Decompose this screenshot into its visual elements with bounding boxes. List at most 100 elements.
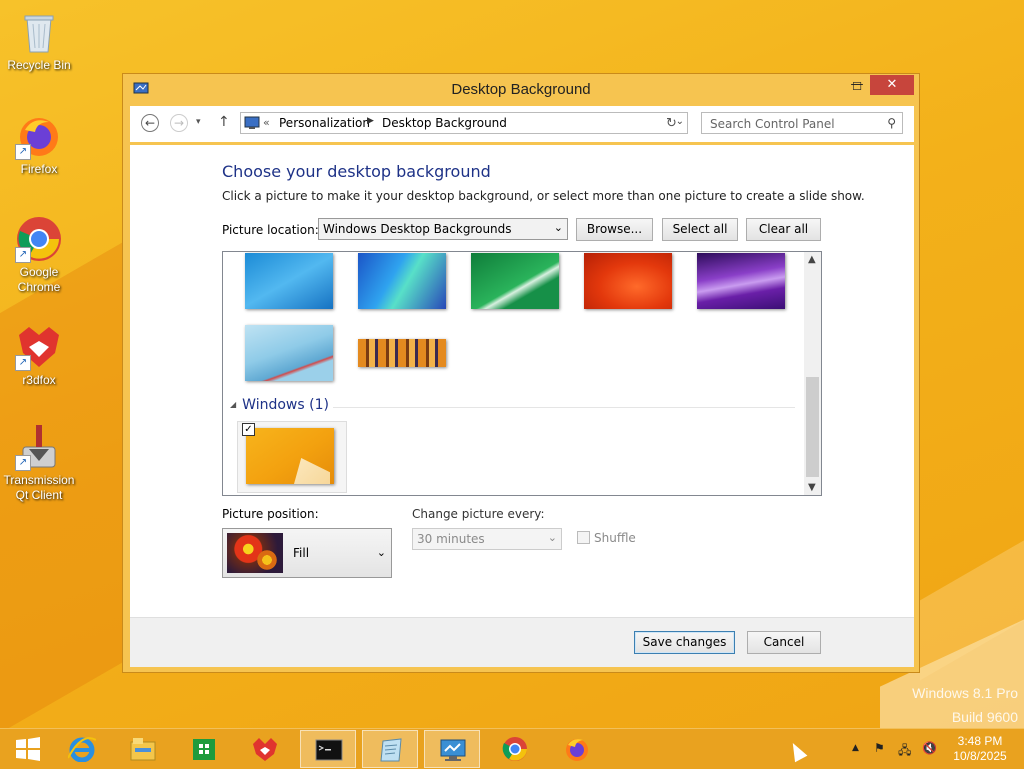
firefox-icon: ↗	[15, 112, 63, 160]
collapse-triangle-icon[interactable]: ◢	[230, 400, 236, 409]
taskbar-notepad[interactable]	[362, 730, 418, 768]
picture-location-label: Picture location:	[222, 223, 319, 237]
breadcrumb-overflow[interactable]: «	[263, 116, 270, 129]
desktop-icon-label: r3dfox	[22, 373, 56, 387]
breadcrumb-separator[interactable]: ▶	[367, 116, 374, 126]
clear-all-button[interactable]: Clear all	[746, 218, 821, 241]
store-icon	[193, 739, 215, 760]
shuffle-label: Shuffle	[594, 531, 636, 545]
volume-muted-icon[interactable]: 🔇	[922, 741, 937, 755]
desktop-icon-chrome[interactable]: ↗ Google Chrome	[2, 215, 76, 295]
taskbar-internet-explorer[interactable]	[54, 730, 110, 768]
save-changes-button[interactable]: Save changes	[634, 631, 735, 654]
control-panel-icon	[440, 739, 466, 761]
taskbar-firefox[interactable]	[549, 730, 605, 768]
change-picture-interval-dropdown[interactable]: 30 minutes ⌄	[412, 528, 562, 550]
window-title: Desktop Background	[451, 81, 591, 98]
browse-button[interactable]: Browse...	[576, 218, 653, 241]
scrollbar-thumb[interactable]	[806, 377, 819, 477]
internet-explorer-icon	[68, 737, 96, 762]
back-button[interactable]: ←	[141, 114, 159, 132]
picture-location-value: Windows Desktop Backgrounds	[323, 222, 512, 236]
r3dfox-icon: ↗	[15, 323, 63, 371]
picture-position-dropdown[interactable]: Fill ⌄	[222, 528, 392, 578]
dialog-footer: Save changes Cancel	[130, 617, 914, 667]
firefox-icon	[566, 739, 588, 761]
shortcut-arrow-icon: ↗	[15, 144, 31, 160]
wallpaper-thumbnail[interactable]	[245, 325, 333, 381]
clock-time: 3:48 PM	[957, 734, 1003, 748]
shortcut-arrow-icon: ↗	[15, 247, 31, 263]
desktop-icon-label: Transmission Qt Client	[3, 473, 75, 502]
change-picture-label: Change picture every:	[412, 507, 545, 521]
navigation-bar: ← → ▾ ↑ « Personalization ▶ Desktop Back…	[130, 106, 914, 142]
wallpaper-thumbnail[interactable]	[245, 253, 333, 309]
chrome-icon: ↗	[15, 215, 63, 263]
desktop-icon-transmission[interactable]: ↗ Transmission Qt Client	[2, 423, 76, 503]
desktop-icon-r3dfox[interactable]: ↗ r3dfox	[2, 323, 76, 388]
wallpaper-thumbnail[interactable]	[471, 253, 559, 309]
flower-preview-image	[253, 547, 281, 573]
shuffle-checkbox[interactable]: Shuffle	[577, 531, 636, 545]
wallpaper-checkbox[interactable]: ✓	[242, 423, 255, 436]
picture-position-value: Fill	[293, 546, 310, 560]
address-bar[interactable]: « Personalization ▶ Desktop Background ⌄	[240, 112, 688, 134]
desktop-icon-recycle-bin[interactable]: Recycle Bin	[2, 8, 76, 73]
transmission-icon: ↗	[15, 423, 63, 471]
refresh-button[interactable]: ↻	[666, 116, 677, 131]
maximize-button[interactable]: ☐	[842, 77, 872, 97]
clock-date: 10/8/2025	[953, 749, 1007, 763]
selected-wallpaper-item[interactable]: ✓	[237, 421, 347, 493]
scroll-up-icon[interactable]: ▲	[808, 254, 816, 265]
wallpaper-thumbnail[interactable]	[246, 428, 334, 484]
taskbar-control-panel[interactable]	[424, 730, 480, 768]
wallpaper-thumbnail[interactable]	[697, 253, 785, 309]
start-button[interactable]	[0, 730, 56, 768]
wallpaper-thumbnail[interactable]	[358, 339, 446, 367]
search-icon[interactable]: ⚲	[887, 116, 896, 130]
network-icon[interactable]: 🖧	[898, 741, 911, 762]
action-center-flag-icon[interactable]: ⚑	[874, 741, 885, 755]
control-panel-icon	[244, 116, 260, 129]
wallpaper-fold-shape	[294, 458, 330, 484]
desktop-icon-firefox[interactable]: ↗ Firefox	[2, 112, 76, 177]
up-button[interactable]: ↑	[218, 114, 230, 130]
breadcrumb-desktop-background[interactable]: Desktop Background	[382, 116, 507, 130]
select-all-button[interactable]: Select all	[662, 218, 738, 241]
content-area: Choose your desktop background Click a p…	[130, 145, 914, 617]
desktop-background-window: Desktop Background — ☐ ✕ ← → ▾ ↑ « Perso…	[122, 73, 920, 673]
wallpaper-thumbnail[interactable]	[584, 253, 672, 309]
change-picture-value: 30 minutes	[417, 532, 485, 546]
taskbar-command-prompt[interactable]	[300, 730, 356, 768]
page-title: Choose your desktop background	[222, 162, 491, 181]
gallery-scrollbar[interactable]: ▲ ▼	[804, 252, 821, 495]
recent-locations-button[interactable]: ▾	[196, 117, 201, 127]
title-bar[interactable]: Desktop Background — ☐ ✕	[123, 74, 919, 106]
search-input[interactable]	[708, 115, 882, 133]
chevron-down-icon: ⌄	[553, 221, 563, 234]
build-watermark: Build 9600	[951, 709, 1018, 725]
wallpaper-thumbnail[interactable]	[358, 253, 446, 309]
forward-button[interactable]: →	[170, 114, 188, 132]
show-hidden-icons-button[interactable]: ▲	[852, 743, 859, 753]
picture-position-label: Picture position:	[222, 507, 319, 521]
taskbar-chrome[interactable]	[487, 730, 543, 768]
breadcrumb-personalization[interactable]: Personalization	[279, 116, 370, 130]
file-explorer-icon	[130, 738, 156, 761]
checkbox-box[interactable]	[577, 531, 590, 544]
r3dfox-icon	[253, 738, 277, 761]
system-clock[interactable]: 3:48 PM 10/8/2025	[948, 734, 1012, 764]
shortcut-arrow-icon: ↗	[15, 455, 31, 471]
taskbar-file-explorer[interactable]	[115, 730, 171, 768]
windows-watermark: Windows 8.1 Pro	[912, 685, 1018, 701]
shortcut-arrow-icon: ↗	[15, 355, 31, 371]
scroll-down-icon[interactable]: ▼	[808, 482, 816, 493]
close-button[interactable]: ✕	[870, 75, 914, 95]
page-description: Click a picture to make it your desktop …	[222, 189, 865, 203]
taskbar-r3dfox[interactable]	[237, 730, 293, 768]
command-prompt-icon	[315, 739, 343, 761]
taskbar-store[interactable]	[176, 730, 232, 768]
cancel-button[interactable]: Cancel	[747, 631, 821, 654]
picture-location-dropdown[interactable]: Windows Desktop Backgrounds ⌄	[318, 218, 568, 240]
group-header-windows[interactable]: ◢ Windows (1)	[230, 397, 329, 413]
